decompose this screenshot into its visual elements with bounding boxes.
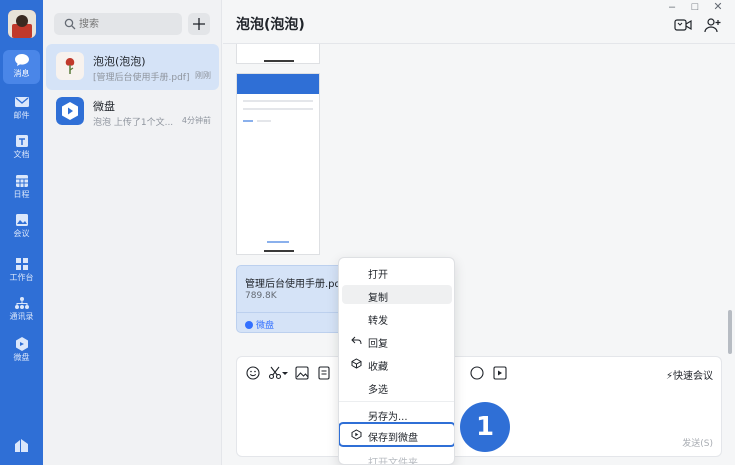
add-button[interactable] xyxy=(188,13,210,35)
plus-icon xyxy=(193,18,205,30)
emoji-icon[interactable] xyxy=(246,366,260,380)
minimize-icon[interactable]: – xyxy=(665,1,679,13)
nav-item-calendar[interactable]: 日程 xyxy=(3,171,40,205)
calendar-icon xyxy=(15,175,28,187)
document-icon xyxy=(15,135,28,147)
message-icon xyxy=(14,54,29,66)
session-name: 泡泡(泡泡) xyxy=(93,55,146,68)
reply-icon xyxy=(351,336,362,345)
add-member-icon[interactable] xyxy=(704,17,722,33)
session-item-weipan[interactable]: 微盘 泡泡 上传了1个文... 4分钟前 xyxy=(46,89,219,135)
search-input[interactable] xyxy=(79,16,175,32)
mail-icon xyxy=(14,97,29,107)
scissors-icon[interactable] xyxy=(268,366,282,380)
nav-item-docs[interactable]: 文档 xyxy=(3,131,40,165)
session-time: 刚刚 xyxy=(195,71,211,80)
menu-item-open[interactable]: 打开 xyxy=(342,262,452,281)
session-preview: 泡泡 上传了1个文... xyxy=(93,118,174,128)
video-call-icon[interactable] xyxy=(674,17,692,33)
menu-item-save-as[interactable]: 另存为... xyxy=(342,404,452,423)
image-icon[interactable] xyxy=(295,366,309,380)
image-message[interactable] xyxy=(236,73,320,255)
session-item-paopao[interactable]: 泡泡(泡泡) [管理后台使用手册.pdf] 刚刚 xyxy=(46,44,219,90)
lightning-icon: ⚡︎ xyxy=(665,371,673,382)
dropdown-icon[interactable] xyxy=(282,366,288,380)
menu-item-forward[interactable]: 转发 xyxy=(342,308,452,327)
step-badge: 1 xyxy=(460,402,510,452)
send-button[interactable]: 发送(S) xyxy=(682,436,713,449)
file-icon[interactable] xyxy=(317,366,331,380)
session-name: 微盘 xyxy=(93,100,115,113)
weipan-icon xyxy=(245,321,253,329)
maximize-icon[interactable]: □ xyxy=(688,1,702,13)
file-message-card[interactable]: 管理后台使用手册.pdf 789.8K 微盘 xyxy=(236,265,354,333)
nav-item-workbench[interactable]: 工作台 xyxy=(3,254,40,288)
quick-meeting-button[interactable]: ⚡︎快速会议 xyxy=(666,367,713,382)
search-box[interactable] xyxy=(54,13,182,35)
menu-item-save-to-weipan[interactable]: 保存到微盘 xyxy=(339,422,454,447)
close-icon[interactable]: ✕ xyxy=(711,1,725,13)
chat-title: 泡泡(泡泡) xyxy=(236,17,305,33)
file-source: 微盘 xyxy=(245,318,274,331)
file-size: 789.8K xyxy=(245,291,277,301)
menu-item-open-folder[interactable]: 打开文件夹 xyxy=(342,450,452,464)
nav-item-meeting[interactable]: 会议 xyxy=(3,210,40,244)
favorite-cube-icon xyxy=(351,358,362,369)
image-message[interactable] xyxy=(236,44,320,64)
file-name: 管理后台使用手册.pdf xyxy=(245,279,345,290)
session-time: 4分钟前 xyxy=(181,116,211,125)
scrollbar[interactable] xyxy=(728,310,732,354)
contact-avatar xyxy=(56,52,84,80)
nav-item-weipan[interactable]: 微盘 xyxy=(3,334,40,368)
nav-item-messages[interactable]: 消息 xyxy=(3,50,40,84)
clock-icon[interactable] xyxy=(470,366,484,380)
avatar[interactable] xyxy=(8,10,36,38)
schedule-icon[interactable] xyxy=(493,366,507,380)
building-icon[interactable] xyxy=(13,437,30,453)
weipan-avatar xyxy=(56,97,84,125)
chat-panel: 泡泡(泡泡) – □ ✕ 管理后台使用手册.pdf 789.8K 微盘 ⚡︎快速… xyxy=(223,0,735,465)
weipan-icon xyxy=(15,337,28,351)
context-menu: 打开 复制 转发 回复 收藏 多选 另存为... 保存到微盘 打开文件夹 xyxy=(338,257,455,465)
menu-item-multiselect[interactable]: 多选 xyxy=(342,377,452,396)
session-preview: [管理后台使用手册.pdf] xyxy=(93,73,190,83)
search-icon xyxy=(64,18,76,30)
session-list: 泡泡(泡泡) [管理后台使用手册.pdf] 刚刚 微盘 泡泡 上传了1个文...… xyxy=(43,0,222,465)
workbench-icon xyxy=(15,258,28,270)
weipan-icon xyxy=(351,429,362,440)
menu-separator xyxy=(339,401,454,402)
meeting-icon xyxy=(15,214,28,226)
contacts-icon xyxy=(14,297,29,309)
screenshot-header xyxy=(237,74,319,94)
menu-item-favorite[interactable]: 收藏 xyxy=(342,354,452,373)
nav-rail: 消息 邮件 文档 日程 会议 工作台 通讯录 微盘 xyxy=(0,0,43,465)
menu-item-reply[interactable]: 回复 xyxy=(342,331,452,350)
nav-item-contacts[interactable]: 通讯录 xyxy=(3,293,40,327)
menu-item-copy[interactable]: 复制 xyxy=(342,285,452,304)
nav-item-mail[interactable]: 邮件 xyxy=(3,92,40,126)
